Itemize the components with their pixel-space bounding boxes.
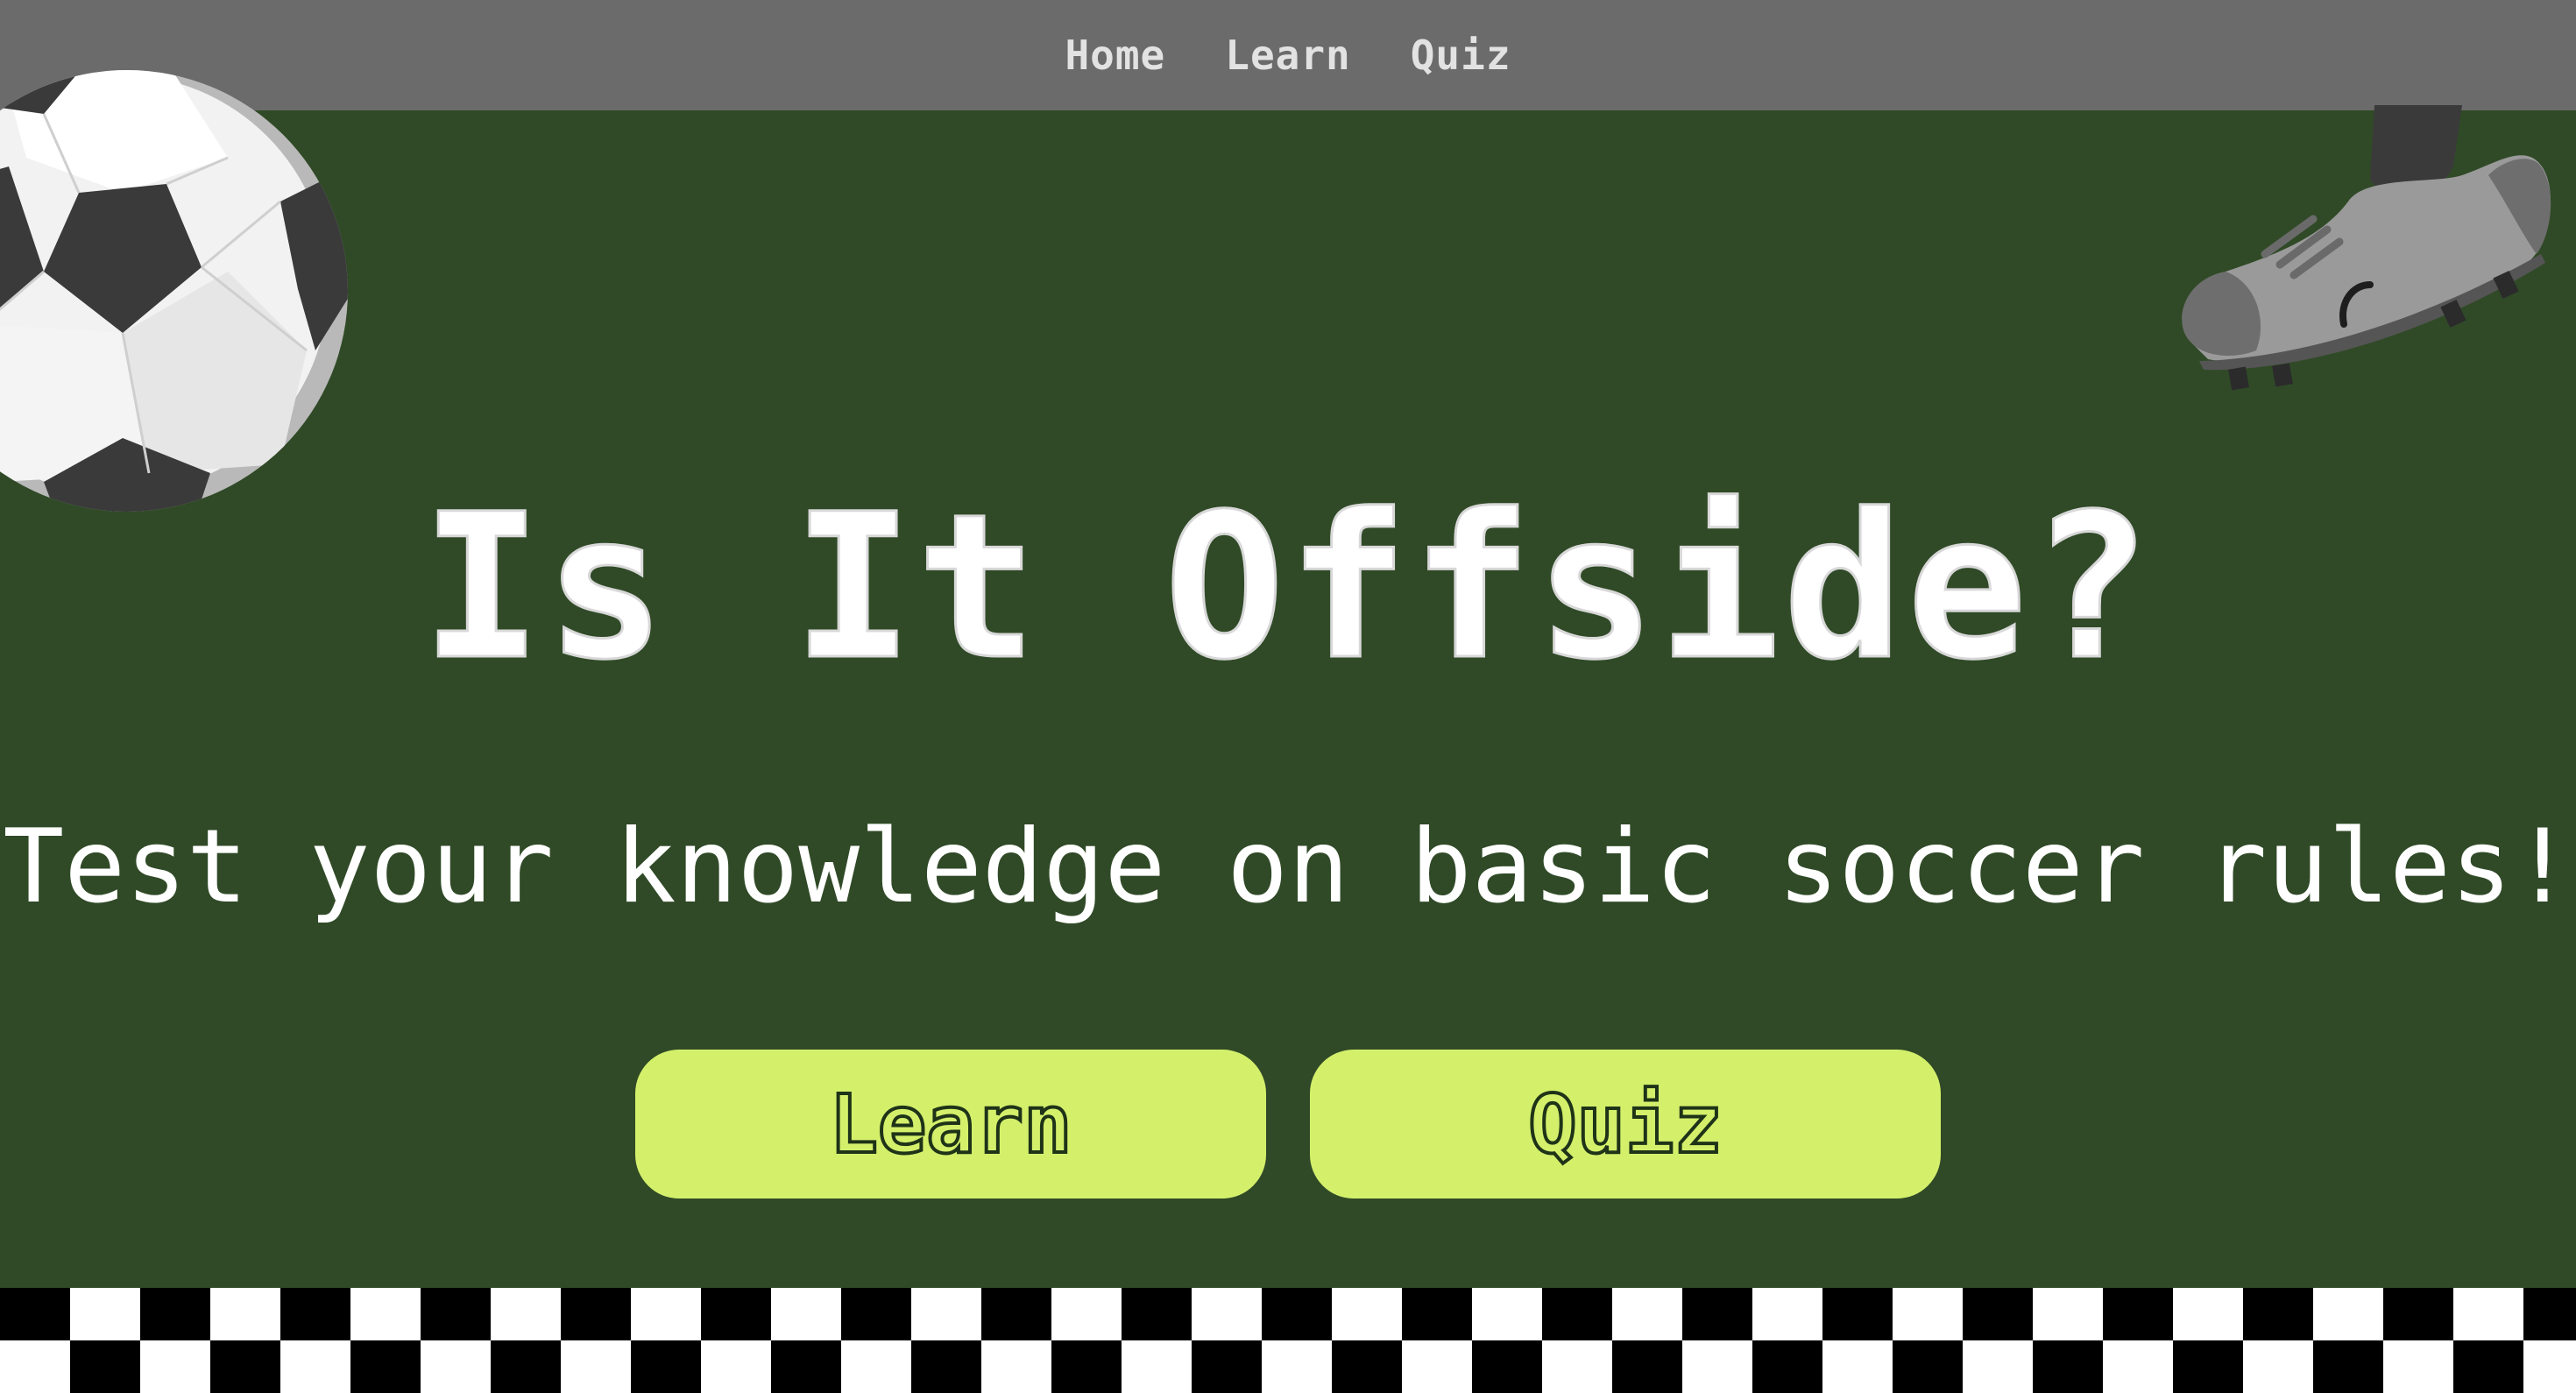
- soccer-ball-icon: [0, 70, 348, 512]
- landing-page: Home Learn Quiz Is It Offside? Test your…: [0, 0, 2576, 1393]
- page-title: Is It Offside?: [421, 470, 2155, 704]
- top-navigation: Home Learn Quiz: [0, 0, 2576, 110]
- quiz-button[interactable]: Quiz: [1310, 1050, 1941, 1199]
- soccer-cleat-icon: [2182, 105, 2551, 391]
- learn-button[interactable]: Learn: [635, 1050, 1266, 1199]
- nav-link-quiz[interactable]: Quiz: [1411, 32, 1511, 79]
- action-buttons: Learn Quiz: [0, 1050, 2576, 1199]
- nav-link-learn[interactable]: Learn: [1225, 32, 1350, 79]
- checkerboard-footer: [0, 1288, 2576, 1393]
- page-subtitle-text: Test your knowledge on basic soccer rule…: [3, 808, 2573, 926]
- nav-link-home[interactable]: Home: [1065, 32, 1165, 79]
- page-subtitle: Test your knowledge on basic soccer rule…: [0, 815, 2576, 920]
